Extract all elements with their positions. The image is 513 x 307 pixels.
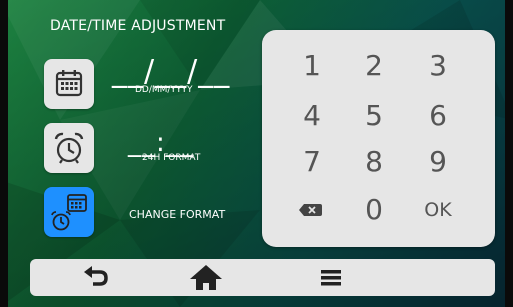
screen-frame-right bbox=[505, 0, 513, 307]
calendar-icon bbox=[55, 70, 83, 97]
date-display[interactable]: __/__/__ bbox=[112, 54, 230, 89]
key-6[interactable]: 6 bbox=[408, 94, 468, 138]
key-5[interactable]: 5 bbox=[344, 94, 404, 138]
home-icon bbox=[190, 265, 222, 290]
device-screen: DATE/TIME ADJUSTMENT __/__/__ DD/MM/YYYY… bbox=[0, 0, 513, 307]
change-format-button[interactable] bbox=[44, 187, 94, 237]
key-9[interactable]: 9 bbox=[408, 140, 468, 184]
key-1[interactable]: 1 bbox=[282, 44, 342, 88]
time-button[interactable] bbox=[44, 123, 94, 173]
numeric-keypad: 1 2 3 4 5 6 7 8 9 0 OK bbox=[262, 30, 495, 247]
screen-frame-left bbox=[0, 0, 8, 307]
key-3[interactable]: 3 bbox=[408, 44, 468, 88]
time-format-hint: 24H FORMAT bbox=[142, 153, 201, 163]
backspace-button[interactable] bbox=[282, 188, 342, 232]
key-4[interactable]: 4 bbox=[282, 94, 342, 138]
key-8[interactable]: 8 bbox=[344, 140, 404, 184]
date-format-hint: DD/MM/YYYY bbox=[135, 85, 193, 95]
change-format-label[interactable]: CHANGE FORMAT bbox=[129, 208, 225, 221]
key-0[interactable]: 0 bbox=[344, 188, 404, 232]
key-2[interactable]: 2 bbox=[344, 44, 404, 88]
alarm-clock-icon bbox=[54, 132, 84, 164]
menu-button[interactable] bbox=[311, 259, 351, 296]
backspace-icon bbox=[299, 204, 322, 216]
back-icon bbox=[84, 266, 108, 286]
home-button[interactable] bbox=[184, 259, 228, 296]
calendar-clock-icon bbox=[51, 194, 87, 231]
ok-button[interactable]: OK bbox=[408, 188, 468, 232]
page-title: DATE/TIME ADJUSTMENT bbox=[50, 18, 226, 34]
date-button[interactable] bbox=[44, 59, 94, 109]
key-7[interactable]: 7 bbox=[282, 140, 342, 184]
menu-icon bbox=[321, 270, 341, 286]
bottom-navigation-bar bbox=[30, 259, 495, 296]
back-button[interactable] bbox=[76, 259, 116, 296]
